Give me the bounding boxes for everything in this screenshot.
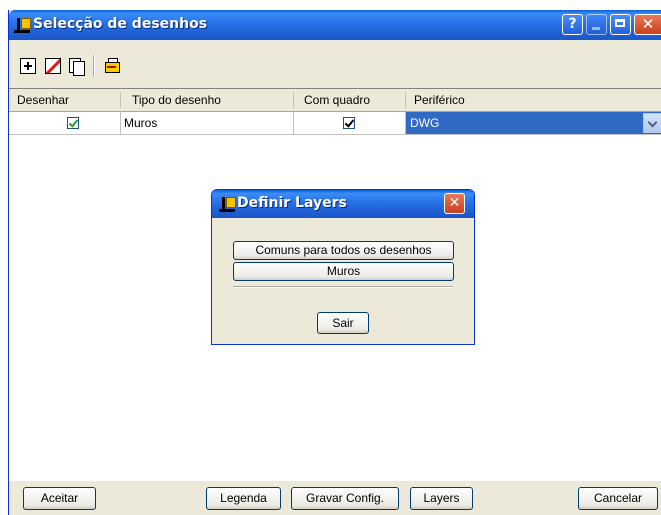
define-layers-dialog: Definir Layers ✕ Comuns para todos os de… bbox=[211, 189, 475, 345]
cancel-button[interactable]: Cancelar bbox=[578, 487, 658, 510]
tipo-cell[interactable]: Muros bbox=[124, 116, 157, 130]
window-title: Selecção de desenhos bbox=[33, 16, 208, 32]
exit-button[interactable]: Sair bbox=[317, 312, 369, 334]
layers-button[interactable]: Layers bbox=[410, 487, 473, 510]
app-logo-icon bbox=[14, 16, 32, 34]
com-quadro-checkbox[interactable] bbox=[343, 117, 355, 129]
column-header-com-quadro[interactable]: Com quadro bbox=[304, 93, 370, 107]
periferico-select[interactable]: DWG bbox=[406, 112, 661, 134]
dialog-app-icon bbox=[219, 195, 237, 213]
chevron-down-icon[interactable] bbox=[643, 113, 661, 133]
dialog-title-bar[interactable]: Definir Layers ✕ bbox=[212, 190, 474, 218]
column-header-desenhar[interactable]: Desenhar bbox=[17, 93, 69, 107]
dialog-title: Definir Layers bbox=[237, 195, 347, 211]
legend-button[interactable]: Legenda bbox=[206, 487, 281, 510]
common-layers-button[interactable]: Comuns para todos os desenhos bbox=[233, 241, 454, 260]
dialog-close-button[interactable]: ✕ bbox=[444, 193, 465, 214]
muros-layers-button[interactable]: Muros bbox=[233, 262, 454, 281]
desenhar-checkbox[interactable] bbox=[67, 117, 79, 129]
delete-drawing-icon[interactable] bbox=[45, 58, 61, 74]
toolbar-separator bbox=[93, 55, 95, 77]
periferico-value: DWG bbox=[410, 116, 440, 130]
table-row[interactable]: Muros DWG bbox=[9, 112, 661, 135]
add-drawing-icon[interactable] bbox=[20, 58, 36, 74]
toolbar bbox=[9, 40, 661, 88]
minimize-button[interactable] bbox=[586, 14, 607, 35]
column-header-periferico[interactable]: Periférico bbox=[414, 93, 465, 107]
accept-button[interactable]: Aceitar bbox=[23, 487, 96, 510]
dialog-divider bbox=[233, 286, 453, 288]
title-bar[interactable]: Selecção de desenhos ? ✕ bbox=[9, 10, 661, 40]
save-config-button[interactable]: Gravar Config. bbox=[291, 487, 399, 510]
layers-icon[interactable] bbox=[104, 58, 120, 74]
table-header: Desenhar Tipo do desenho Com quadro Peri… bbox=[9, 89, 661, 112]
maximize-button[interactable] bbox=[610, 14, 631, 35]
help-button[interactable]: ? bbox=[562, 14, 583, 35]
close-button[interactable]: ✕ bbox=[634, 14, 661, 35]
column-header-tipo[interactable]: Tipo do desenho bbox=[132, 93, 221, 107]
copy-drawing-icon[interactable] bbox=[69, 58, 85, 76]
